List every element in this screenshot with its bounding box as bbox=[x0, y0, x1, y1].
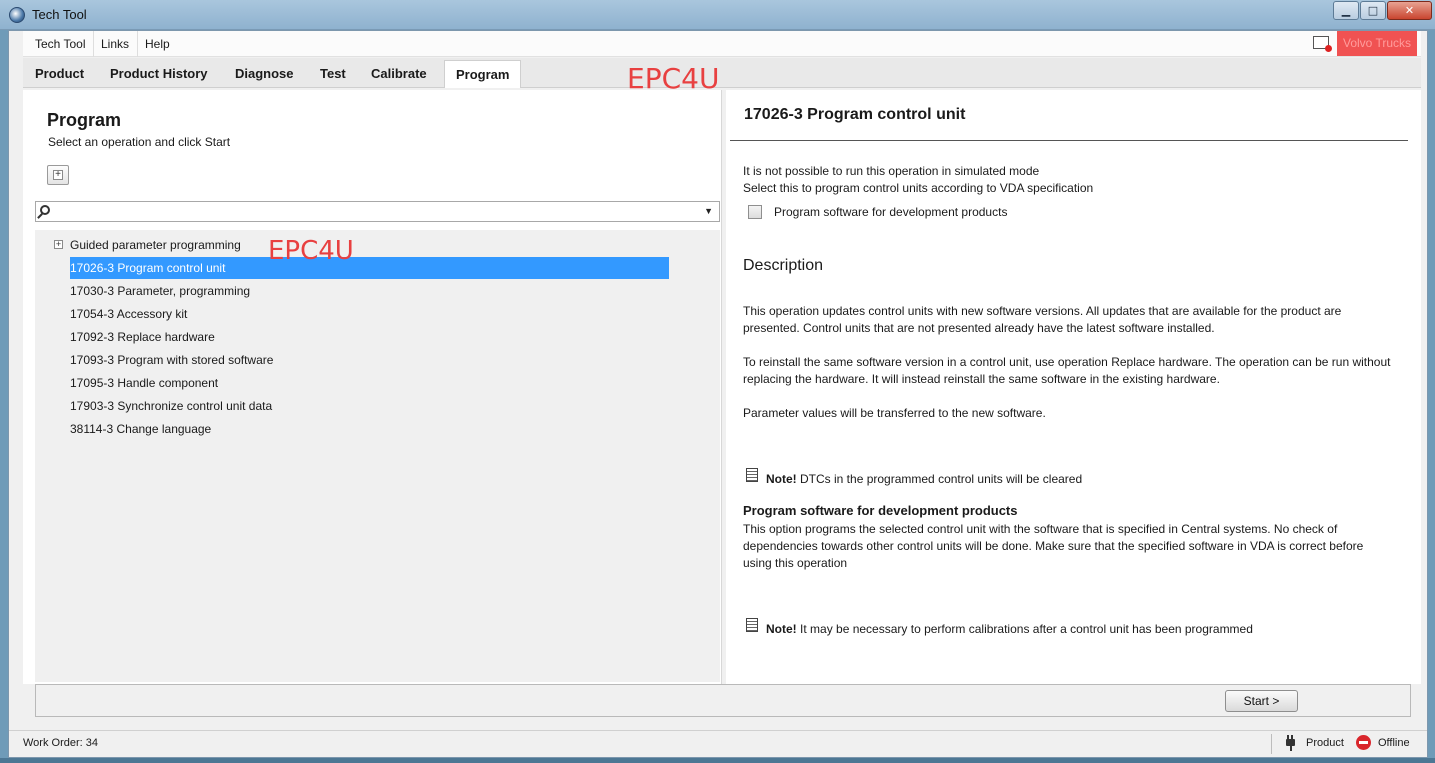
taskbar-strip bbox=[0, 758, 1435, 763]
tree-item-17903-3[interactable]: 17903-3 Synchronize control unit data bbox=[70, 395, 272, 417]
note-label: Note! bbox=[766, 472, 797, 486]
description-paragraph-3: Parameter values will be transferred to … bbox=[743, 406, 1046, 420]
menu-links[interactable]: Links bbox=[93, 31, 139, 57]
maximize-button[interactable]: □ bbox=[1360, 1, 1386, 20]
main-tab-bar: Product Product History Diagnose Test Ca… bbox=[23, 58, 1421, 88]
operation-detail-panel: 17026-3 Program control unit It is not p… bbox=[726, 90, 1421, 684]
close-window-button[interactable]: ✕ bbox=[1387, 1, 1432, 20]
development-paragraph: This option programs the selected contro… bbox=[743, 522, 1364, 570]
checkbox-label: Program software for development product… bbox=[774, 205, 1008, 219]
plug-icon bbox=[1285, 735, 1295, 751]
window-title: Tech Tool bbox=[32, 7, 87, 22]
vda-option-hint: Select this to program control units acc… bbox=[743, 181, 1094, 195]
product-connection-status[interactable]: Product bbox=[1306, 737, 1344, 749]
tree-item-17026-3[interactable]: 17026-3 Program control unit bbox=[70, 257, 669, 279]
note-icon bbox=[746, 468, 758, 482]
offline-status[interactable]: Offline bbox=[1378, 737, 1410, 749]
tree-item-17030-3[interactable]: 17030-3 Parameter, programming bbox=[70, 280, 250, 302]
menu-tech-tool[interactable]: Tech Tool bbox=[27, 31, 95, 57]
description-heading: Description bbox=[743, 257, 824, 274]
status-bar: Work Order: 34 Product Offline bbox=[9, 730, 1427, 757]
status-divider bbox=[1271, 734, 1272, 754]
description-paragraph-1: This operation updates control units wit… bbox=[743, 304, 1342, 335]
brand-badge: Volvo Trucks bbox=[1337, 31, 1417, 56]
tab-test[interactable]: Test bbox=[309, 60, 357, 88]
simulated-mode-note: It is not possible to run this operation… bbox=[743, 164, 1040, 178]
tech-tool-app-icon bbox=[9, 7, 25, 23]
offline-icon bbox=[1356, 735, 1371, 750]
title-divider bbox=[730, 140, 1408, 141]
app-window: Tech Tool Links Help Volvo Trucks Produc… bbox=[8, 30, 1428, 758]
tab-product[interactable]: Product bbox=[24, 60, 95, 88]
watermark-overlay: EPC4U bbox=[268, 236, 354, 266]
minimize-button[interactable]: ▁ bbox=[1333, 1, 1359, 20]
tree-group-label: Guided parameter programming bbox=[70, 238, 241, 252]
title-bar: Tech Tool ▁ □ ✕ bbox=[0, 0, 1435, 30]
search-input[interactable] bbox=[56, 203, 696, 220]
tree-item-17054-3[interactable]: 17054-3 Accessory kit bbox=[70, 303, 187, 325]
menu-help[interactable]: Help bbox=[137, 31, 178, 57]
tree-item-17093-3[interactable]: 17093-3 Program with stored software bbox=[70, 349, 273, 371]
chevron-down-icon[interactable]: ▼ bbox=[704, 206, 713, 216]
operation-search-combo[interactable]: ▼ bbox=[35, 201, 720, 222]
search-icon bbox=[40, 205, 50, 215]
tab-product-history[interactable]: Product History bbox=[99, 60, 219, 88]
note-label: Note! bbox=[766, 622, 797, 636]
expand-all-button[interactable]: + bbox=[47, 165, 69, 185]
start-button[interactable]: Start > bbox=[1225, 690, 1298, 712]
plus-icon: + bbox=[53, 170, 63, 180]
tree-item-38114-3[interactable]: 38114-3 Change language bbox=[70, 418, 211, 440]
operation-tree: + Guided parameter programming 17026-3 P… bbox=[35, 230, 720, 682]
menu-bar: Tech Tool Links Help Volvo Trucks bbox=[23, 31, 1421, 57]
note-calibration: Note! It may be necessary to perform cal… bbox=[766, 622, 1253, 636]
description-paragraph-2: To reinstall the same software version i… bbox=[743, 355, 1391, 386]
tree-item-17095-3[interactable]: 17095-3 Handle component bbox=[70, 372, 218, 394]
tree-item-17092-3[interactable]: 17092-3 Replace hardware bbox=[70, 326, 215, 348]
detail-title: 17026-3 Program control unit bbox=[744, 106, 966, 123]
development-heading: Program software for development product… bbox=[743, 503, 1018, 518]
tab-program[interactable]: Program bbox=[444, 60, 522, 88]
note-dtc-cleared: Note! DTCs in the programmed control uni… bbox=[766, 472, 1082, 486]
note-text: DTCs in the programmed control units wil… bbox=[800, 472, 1083, 486]
message-icon[interactable] bbox=[1313, 36, 1332, 52]
note-icon bbox=[746, 618, 758, 632]
tab-diagnose[interactable]: Diagnose bbox=[224, 60, 305, 88]
operation-list-panel: Program Select an operation and click St… bbox=[23, 90, 722, 684]
tab-calibrate[interactable]: Calibrate bbox=[360, 60, 438, 88]
development-products-checkbox[interactable] bbox=[748, 205, 762, 219]
page-title: Program bbox=[47, 110, 122, 130]
expand-node-icon[interactable]: + bbox=[54, 240, 63, 249]
action-bar: Start > bbox=[35, 684, 1411, 717]
work-order-status: Work Order: 34 bbox=[23, 737, 98, 749]
note-text: It may be necessary to perform calibrati… bbox=[800, 622, 1253, 636]
page-subtitle: Select an operation and click Start bbox=[48, 135, 231, 149]
